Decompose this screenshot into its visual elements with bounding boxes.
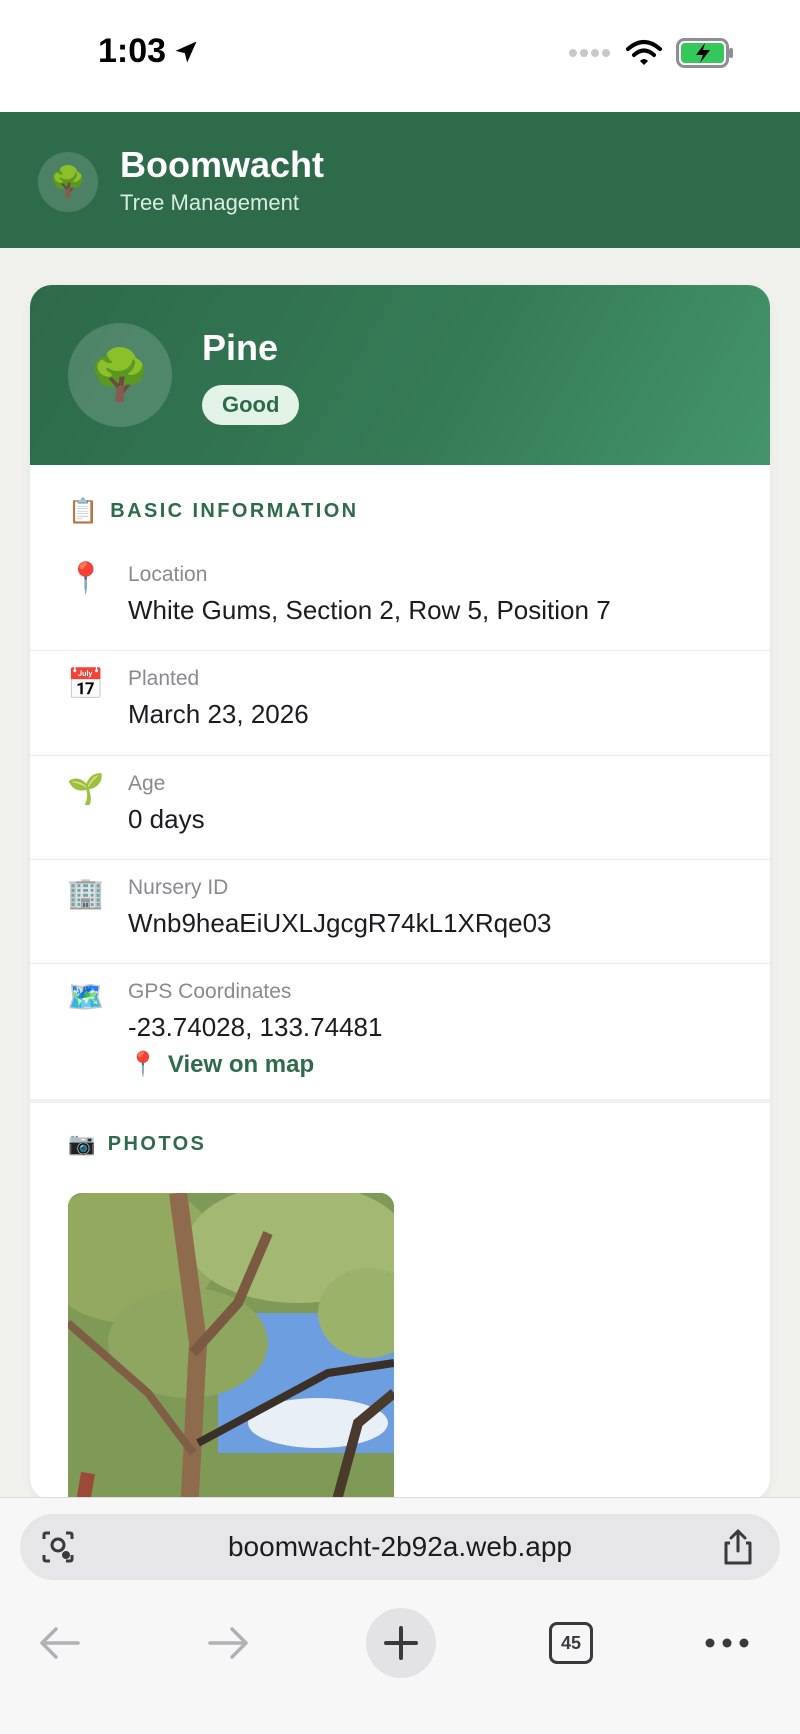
tabs-button[interactable]: 45: [536, 1608, 606, 1678]
world-map-icon: 🗺️: [67, 981, 105, 1014]
photos-title: PHOTOS: [107, 1132, 207, 1155]
status-time: 1:03: [98, 32, 200, 71]
tab-count-box: 45: [549, 1622, 593, 1664]
location-arrow-icon: [175, 41, 197, 62]
pin-icon: 📍: [67, 562, 105, 595]
tree-name: Pine: [202, 327, 279, 368]
tree-hero: 🌳 Pine Good: [30, 285, 770, 465]
nursery-id-label: Nursery ID: [128, 876, 229, 899]
share-icon[interactable]: [720, 1527, 756, 1567]
clock-text: 1:03: [98, 32, 167, 70]
tree-logo-icon: 🌳: [38, 152, 98, 212]
forward-button[interactable]: [194, 1608, 264, 1678]
section-divider: [30, 1099, 770, 1103]
status-badge: Good: [202, 385, 300, 425]
address-bar[interactable]: boomwacht-2b92a.web.app: [20, 1514, 780, 1580]
app-title: Boomwacht: [120, 144, 325, 185]
info-row-gps: 🗺️ GPS Coordinates -23.74028, 133.74481 …: [30, 964, 770, 1099]
url-text: boomwacht-2b92a.web.app: [227, 1531, 572, 1562]
location-value: White Gums, Section 2, Row 5, Position 7: [128, 595, 611, 625]
planted-label: Planted: [128, 667, 200, 690]
tree-detail-card: 🌳 Pine Good 📋 BASIC INFORMATION 📍 Locati…: [30, 285, 770, 1500]
office-building-icon: 🏢: [67, 877, 105, 910]
more-options-button[interactable]: [692, 1608, 762, 1678]
arrow-right-icon: [208, 1627, 248, 1659]
new-tab-button[interactable]: [366, 1608, 436, 1678]
camera-icon: 📷: [68, 1131, 98, 1156]
cellular-signal-icon: [569, 49, 610, 57]
location-label: Location: [128, 563, 208, 586]
status-indicators: [568, 38, 734, 68]
tree-photo-thumbnail[interactable]: [68, 1193, 394, 1500]
app-subtitle: Tree Management: [120, 190, 299, 215]
photos-heading: 📷 PHOTOS: [68, 1131, 206, 1157]
view-on-map-label: View on map: [167, 1050, 315, 1078]
nursery-id-value: Wnb9heaEiUXLJgcgR74kL1XRqe03: [128, 908, 552, 938]
ellipsis-icon: [705, 1638, 749, 1648]
basic-info-title: BASIC INFORMATION: [110, 500, 359, 522]
age-label: Age: [128, 772, 166, 795]
map-pin-icon: 📍: [128, 1051, 158, 1078]
info-row-planted: 📅 Planted March 23, 2026: [30, 651, 770, 756]
age-value: 0 days: [128, 804, 205, 834]
tab-count: 45: [560, 1632, 582, 1653]
battery-charging-icon: [676, 38, 733, 68]
view-on-map-link[interactable]: 📍 View on map: [128, 1050, 314, 1079]
seedling-icon: 🌱: [67, 773, 105, 806]
info-row-location: 📍 Location White Gums, Section 2, Row 5,…: [30, 547, 770, 651]
arrow-left-icon: [40, 1627, 80, 1659]
info-row-nursery-id: 🏢 Nursery ID Wnb9heaEiUXLJgcgR74kL1XRqe0…: [30, 860, 770, 964]
app-header: 🌳 Boomwacht Tree Management: [0, 112, 800, 248]
wifi-icon: [626, 40, 662, 65]
browser-toolbar: boomwacht-2b92a.web.app 45: [0, 1497, 800, 1734]
status-bar: 1:03: [0, 0, 800, 112]
planted-value: March 23, 2026: [128, 699, 309, 729]
info-row-age: 🌱 Age 0 days: [30, 756, 770, 860]
clipboard-icon: 📋: [68, 498, 101, 525]
basic-info-heading: 📋 BASIC INFORMATION: [68, 497, 359, 526]
tree-avatar-icon: 🌳: [68, 323, 172, 427]
back-button[interactable]: [24, 1608, 94, 1678]
gps-value: -23.74028, 133.74481: [128, 1012, 383, 1042]
gps-label: GPS Coordinates: [128, 980, 292, 1003]
tree-photo-image: [68, 1193, 394, 1500]
calendar-icon: 📅: [67, 668, 105, 701]
plus-icon: [384, 1626, 418, 1660]
